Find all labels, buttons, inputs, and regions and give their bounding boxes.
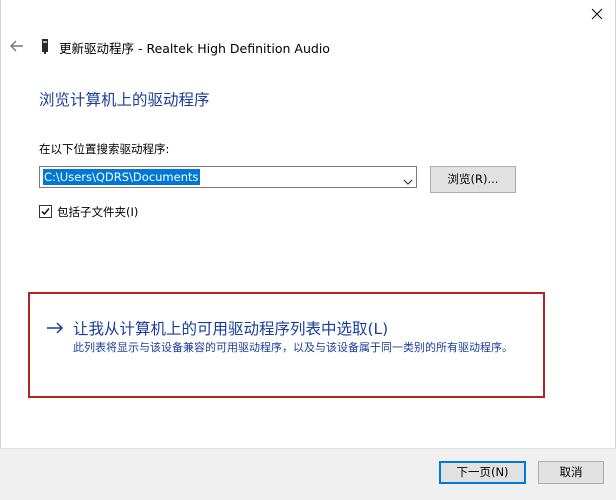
browse-button[interactable]: 浏览(R)... bbox=[430, 166, 516, 193]
pick-from-list-title[interactable]: 让我从计算机上的可用驱动程序列表中选取(L) bbox=[73, 317, 388, 339]
search-location-label: 在以下位置搜索驱动程序: bbox=[39, 142, 170, 156]
audio-device-icon bbox=[40, 39, 50, 54]
close-icon[interactable] bbox=[590, 6, 604, 20]
chevron-down-icon[interactable] bbox=[403, 172, 413, 185]
pick-from-list-description: 此列表将显示与该设备兼容的可用驱动程序，以及与该设备属于同一类别的所有驱动程序。 bbox=[73, 341, 513, 354]
search-path-combobox[interactable]: C:\Users\QDRS\Documents bbox=[39, 166, 417, 188]
include-subfolders-checkbox[interactable] bbox=[39, 205, 52, 218]
dialog-header: 更新驱动程序 - Realtek High Definition Audio bbox=[0, 34, 616, 60]
dialog-title: 更新驱动程序 - Realtek High Definition Audio bbox=[59, 41, 330, 56]
cancel-button[interactable]: 取消 bbox=[538, 461, 604, 484]
window-left-border bbox=[0, 0, 1, 500]
include-subfolders-label[interactable]: 包括子文件夹(I) bbox=[57, 204, 138, 220]
update-driver-dialog: 更新驱动程序 - Realtek High Definition Audio 浏… bbox=[0, 0, 616, 500]
dialog-footer: 下一页(N) 取消 bbox=[0, 448, 616, 500]
back-arrow-icon[interactable] bbox=[9, 38, 25, 54]
search-path-value[interactable]: C:\Users\QDRS\Documents bbox=[43, 169, 200, 185]
arrow-right-icon[interactable] bbox=[46, 320, 64, 334]
page-heading: 浏览计算机上的驱动程序 bbox=[39, 91, 210, 109]
next-button[interactable]: 下一页(N) bbox=[439, 461, 526, 484]
